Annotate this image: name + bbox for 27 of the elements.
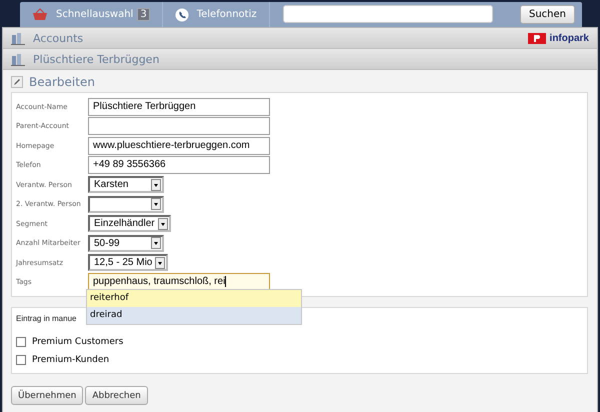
select-field[interactable]: 12,5 - 25 Mio (88, 254, 168, 272)
checkbox[interactable] (16, 355, 26, 365)
checkbox[interactable] (16, 337, 26, 347)
select-field[interactable]: 50-99 (88, 234, 164, 252)
checkbox-label: Premium Customers (32, 337, 124, 347)
text-field[interactable]: Plüschtiere Terbrüggen (88, 98, 270, 116)
form-button[interactable]: Übernehmen (11, 386, 84, 405)
form-button[interactable]: Abbrechen (85, 386, 148, 405)
list-title: Eintrag in manue (16, 314, 76, 323)
phone-icon (174, 8, 189, 22)
select-field[interactable]: Einzelhändler (88, 215, 171, 232)
suggestion-item[interactable]: dreirad (87, 307, 301, 324)
select-field[interactable]: Karsten (88, 176, 164, 194)
search-field[interactable] (282, 5, 493, 23)
suggestion-item[interactable]: reiterhof (87, 290, 301, 307)
section-title: Bearbeiten (29, 75, 95, 89)
logo-text: infopark (550, 32, 589, 44)
text-field[interactable] (88, 117, 270, 136)
text-field[interactable]: www.plueschtiere-terbrueggen.com (88, 136, 270, 155)
logo-icon (528, 32, 546, 44)
basket-icon (32, 8, 48, 21)
pencil-icon (11, 76, 23, 88)
select-field[interactable] (88, 196, 164, 213)
text-field[interactable]: +49 89 3556366 (88, 156, 270, 174)
checkbox-label: Premium-Kunden (32, 355, 110, 365)
search-button[interactable]: Suchen (520, 5, 575, 24)
count-badge: 3 (137, 8, 150, 21)
